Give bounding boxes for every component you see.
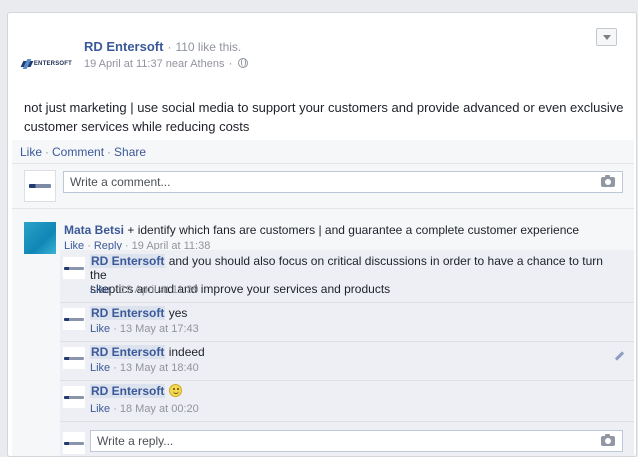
reply-author-link[interactable]: RD Entersoft [90,384,166,398]
divider [12,163,634,164]
reply-time[interactable]: 13 May at 17:43 [120,323,199,335]
reply-author-link[interactable]: RD Entersoft [90,345,166,359]
author-line: RD Entersoft · 110 like this. [84,39,241,54]
likes-count[interactable]: 110 like this. [175,40,241,54]
divider [12,208,634,209]
reply-avatar[interactable] [63,347,85,369]
divider [60,421,634,422]
avatar-logo-icon [29,184,51,188]
comment: Mata Betsi + identify which fans are cus… [64,223,624,237]
chevron-down-icon [602,34,611,40]
post-meta: 19 April at 11:37 near Athens · [84,56,249,70]
comment-author-link[interactable]: Mata Betsi [64,223,124,237]
share-link[interactable]: Share [114,145,146,159]
reply-item: RD Entersoft [90,384,620,398]
reply-text: and you should also focus on critical di… [90,254,603,282]
viewer-avatar [24,170,56,202]
reply-time[interactable]: 18 May at 00:20 [120,403,199,415]
comment-link[interactable]: Comment [52,145,104,159]
reply-avatar[interactable] [63,257,85,279]
logo-mark-icon [22,59,32,69]
reply-like-link[interactable]: Like [90,323,110,335]
reply-text: indeed [168,345,205,359]
post-actions: Like · Comment · Share [20,145,146,159]
reply-input-placeholder: Write a reply... [97,434,174,448]
comment-input[interactable]: Write a comment... [63,171,623,193]
smile-icon [168,384,182,397]
separator-dot: · [45,145,50,159]
feedback-section: Like · Comment · Share Write a comment... Ma… [12,140,634,456]
reply-input[interactable]: Write a reply... [90,430,623,452]
page-logo[interactable]: ENTERSOFT [22,53,72,75]
reply-item: RD Entersoft indeed [90,345,620,359]
reply-meta: Like · 13 May at 18:40 [90,362,199,374]
post-timestamp[interactable]: 19 April at 11:37 near Athens [84,58,224,70]
post-author-link[interactable]: RD Entersoft [84,39,163,54]
post-options-button[interactable] [596,28,617,46]
separator-dot: · [113,403,117,415]
reply-author-link[interactable]: RD Entersoft [90,254,166,268]
comment-text: + identify which fans are customers | an… [127,223,580,237]
avatar-logo-icon [64,441,84,445]
separator-dot: · [113,362,117,374]
camera-icon[interactable] [601,434,615,446]
comment-input-placeholder: Write a comment... [70,175,171,189]
globe-icon[interactable] [238,58,249,68]
avatar-logo-icon [64,317,84,321]
reply-time[interactable]: 19 April at 11:39 [120,284,199,296]
reply-like-link[interactable]: Like [90,403,110,415]
reply-avatar[interactable] [63,308,85,330]
avatar-logo-icon [64,395,84,399]
post-card: ENTERSOFT RD Entersoft · 110 like this. 19… [7,12,637,457]
divider [60,341,634,342]
separator-dot: · [107,145,112,159]
separator-dot: · [167,40,172,54]
reply-meta: Like · 18 May at 00:20 [90,403,199,415]
divider [60,380,634,381]
post-message: not just marketing | use social media to… [24,100,624,134]
reply-like-link[interactable]: Like [90,362,110,374]
reply-text: yes [168,306,188,320]
commenter-avatar[interactable] [24,222,56,254]
replies-thread: RD Entersoft and you should also focus o… [60,250,634,456]
camera-icon[interactable] [601,175,615,187]
reply-meta: Like · 13 May at 17:43 [90,323,199,335]
separator-dot: · [228,56,233,70]
separator-dot: · [113,323,117,335]
avatar-logo-icon [64,266,84,270]
reply-like-link[interactable]: Like [90,284,110,296]
reply-author-link[interactable]: RD Entersoft [90,306,166,320]
like-link[interactable]: Like [20,145,42,159]
reply-time[interactable]: 13 May at 18:40 [120,362,199,374]
reply-meta: Like · 19 April at 11:39 [90,284,199,296]
post-header: ENTERSOFT RD Entersoft · 110 like this. 19… [8,13,636,91]
divider [60,302,634,303]
reply-input-avatar [63,432,85,454]
reply-item: RD Entersoft yes [90,306,620,320]
logo-text: ENTERSOFT [33,61,72,67]
separator-dot: · [113,284,117,296]
reply-avatar[interactable] [63,386,85,408]
pencil-icon[interactable] [615,352,624,361]
avatar-logo-icon [64,356,84,360]
